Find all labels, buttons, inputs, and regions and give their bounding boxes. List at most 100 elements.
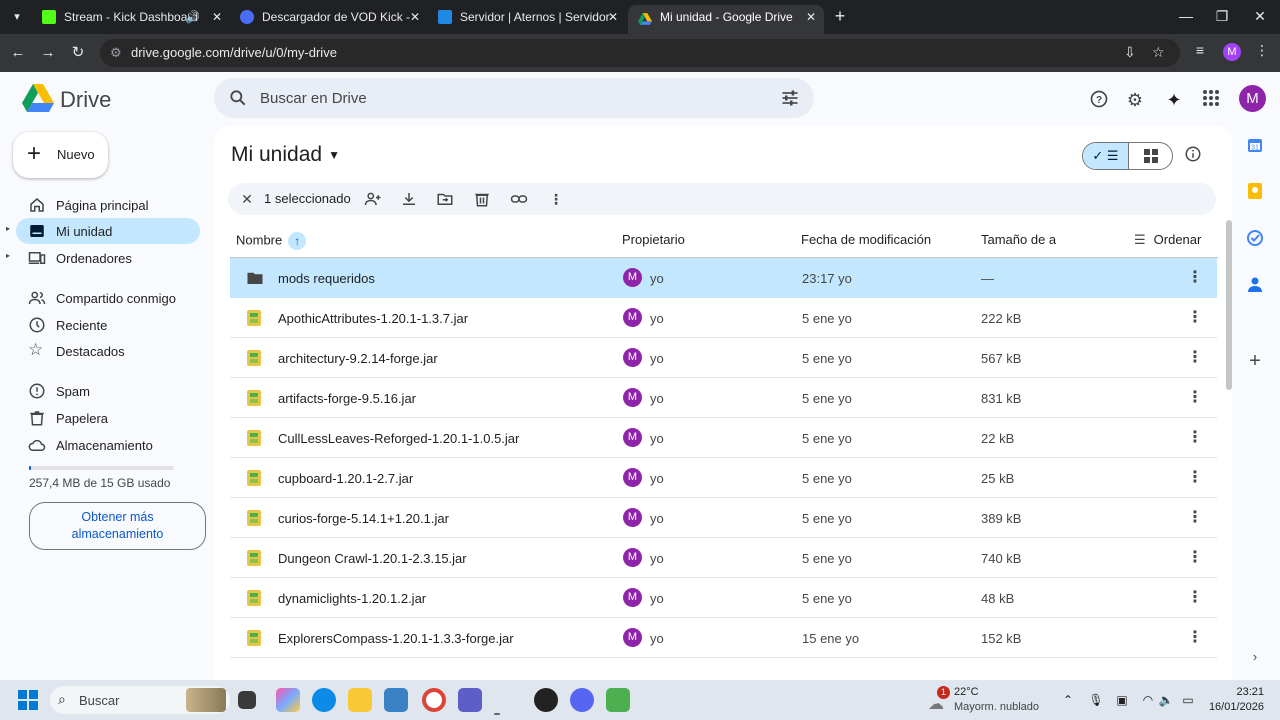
browser-tab-vod[interactable]: Descargador de VOD Kick - Listo ✕ xyxy=(230,5,428,34)
site-info-icon[interactable]: ⚙ xyxy=(110,45,122,61)
apps-grid-icon[interactable] xyxy=(1200,89,1222,111)
search-filter-icon[interactable] xyxy=(780,88,800,108)
tasks-icon[interactable] xyxy=(1244,230,1266,252)
row-more-actions-icon[interactable]: ⋮ xyxy=(1185,268,1205,288)
maximize-icon[interactable]: ❐ xyxy=(1212,8,1232,25)
get-more-storage-button[interactable]: Obtener más almacenamiento xyxy=(29,502,206,550)
browser-tab-aternos[interactable]: Servidor | Aternos | Servidor de ✕ xyxy=(428,5,626,34)
add-addon-icon[interactable]: + xyxy=(1244,350,1266,372)
file-row[interactable]: CullLessLeaves-Reforged-1.20.1-1.0.5.jar… xyxy=(230,418,1217,458)
sidebar-item-computers[interactable]: ▸ Ordenadores xyxy=(6,245,200,271)
chrome-icon[interactable] xyxy=(422,688,446,712)
file-row[interactable]: Dungeon Crawl-1.20.1-2.3.15.jar Myo 5 ene … xyxy=(230,538,1217,578)
drive-search-bar[interactable]: Buscar en Drive xyxy=(214,78,814,118)
copy-link-icon[interactable] xyxy=(510,190,528,208)
contacts-icon[interactable] xyxy=(1244,276,1266,298)
microphone-icon[interactable]: 🎙 xyxy=(1088,692,1104,708)
teams-icon[interactable] xyxy=(458,688,482,712)
search-icon[interactable] xyxy=(228,88,248,108)
file-name[interactable]: ExplorersCompass-1.20.1-1.3.3-forge.jar xyxy=(278,631,514,646)
system-clock[interactable]: 23:21 16/01/2026 xyxy=(1208,685,1264,715)
delete-trash-icon[interactable] xyxy=(473,190,491,208)
calendar-icon[interactable]: 31 xyxy=(1244,137,1266,159)
download-icon[interactable] xyxy=(400,190,418,208)
battery-icon[interactable]: ▭ xyxy=(1180,692,1196,708)
sidebar-item-storage[interactable]: Almacenamiento xyxy=(16,432,200,458)
browser-menu-icon[interactable]: ⋮ xyxy=(1252,42,1272,59)
file-row[interactable]: mods requeridos Myo 23:17 yo — ⋮ xyxy=(230,258,1217,298)
sidebar-item-my-drive[interactable]: ▸ Mi unidad xyxy=(6,218,200,244)
sort-button[interactable]: ☰ Ordenar xyxy=(1134,232,1201,248)
row-more-actions-icon[interactable]: ⋮ xyxy=(1185,428,1205,448)
column-size[interactable]: Tamaño de a xyxy=(981,232,1056,247)
file-row[interactable]: cupboard-1.20.1-2.7.jar Myo 5 ene yo 25 kB ⋮ xyxy=(230,458,1217,498)
file-name[interactable]: cupboard-1.20.1-2.7.jar xyxy=(278,471,413,486)
volume-icon[interactable]: 🔈 xyxy=(1158,692,1174,708)
app-icon[interactable] xyxy=(534,688,558,712)
row-more-actions-icon[interactable]: ⋮ xyxy=(1185,508,1205,528)
column-name[interactable]: Nombre ↑ xyxy=(236,232,307,250)
share-person-icon[interactable] xyxy=(364,190,382,208)
title-dropdown-icon[interactable]: ▼ xyxy=(328,148,340,162)
account-avatar[interactable]: M xyxy=(1239,85,1266,112)
file-name[interactable]: dynamiclights-1.20.1.2.jar xyxy=(278,591,426,606)
close-tab-icon[interactable]: ✕ xyxy=(410,5,420,29)
expand-caret-icon[interactable]: ▸ xyxy=(6,224,10,233)
browser-tab-kick[interactable]: Stream - Kick Dashboard 🔊 ✕ xyxy=(32,5,230,34)
sidebar-item-spam[interactable]: Spam xyxy=(16,378,200,404)
browser-tab-drive[interactable]: Mi unidad - Google Drive ✕ xyxy=(628,5,824,34)
back-icon[interactable]: ← xyxy=(8,43,28,63)
file-name[interactable]: architectury-9.2.14-forge.jar xyxy=(278,351,438,366)
file-name[interactable]: ApothicAttributes-1.20.1-1.3.7.jar xyxy=(278,311,468,326)
minecraft-icon[interactable] xyxy=(606,688,630,712)
column-modified[interactable]: Fecha de modificación xyxy=(801,232,931,247)
audio-icon[interactable]: 🔊 xyxy=(185,5,200,29)
browser-profile-avatar[interactable]: M xyxy=(1223,43,1241,61)
forward-icon[interactable]: → xyxy=(38,43,58,63)
move-folder-icon[interactable] xyxy=(436,190,454,208)
sidebar-item-home[interactable]: Página principal xyxy=(16,192,200,218)
close-tab-icon[interactable]: ✕ xyxy=(806,5,816,29)
sidebar-item-trash[interactable]: Papelera xyxy=(16,405,200,431)
clear-selection-icon[interactable]: ✕ xyxy=(238,190,256,208)
close-tab-icon[interactable]: ✕ xyxy=(212,5,222,29)
app-name[interactable]: Drive xyxy=(60,87,111,113)
sidebar-item-recent[interactable]: Reciente xyxy=(16,312,200,338)
file-explorer-icon[interactable] xyxy=(348,688,372,712)
address-bar[interactable]: ⚙ drive.google.com/drive/u/0/my-drive ⇩ … xyxy=(100,39,1180,67)
drive-logo-icon[interactable] xyxy=(22,84,54,112)
taskbar-search[interactable]: ⌕ Buscar xyxy=(50,686,230,714)
discord-icon[interactable] xyxy=(570,688,594,712)
file-name[interactable]: artifacts-forge-9.5.16.jar xyxy=(278,391,416,406)
row-more-actions-icon[interactable]: ⋮ xyxy=(1185,388,1205,408)
tab-search-icon[interactable]: ▾ xyxy=(8,8,26,26)
close-window-icon[interactable]: ✕ xyxy=(1250,8,1270,25)
grid-view-button[interactable] xyxy=(1129,143,1172,169)
settings-gear-icon[interactable]: ⚙ xyxy=(1124,89,1146,111)
weather-widget[interactable]: ☁ 1 22°C Mayorm. nublado xyxy=(928,684,1048,716)
sort-ascending-icon[interactable]: ↑ xyxy=(288,232,307,250)
row-more-actions-icon[interactable]: ⋮ xyxy=(1185,468,1205,488)
row-more-actions-icon[interactable]: ⋮ xyxy=(1185,548,1205,568)
column-owner[interactable]: Propietario xyxy=(622,232,685,247)
minimize-icon[interactable]: — xyxy=(1176,8,1196,24)
close-tab-icon[interactable]: ✕ xyxy=(608,5,618,29)
new-tab-icon[interactable]: + xyxy=(830,6,850,26)
reload-icon[interactable]: ↻ xyxy=(68,43,88,63)
edge-icon[interactable] xyxy=(312,688,336,712)
file-row[interactable]: dynamiclights-1.20.1.2.jar Myo 5 ene yo 48 … xyxy=(230,578,1217,618)
file-name[interactable]: CullLessLeaves-Reforged-1.20.1-1.0.5.jar xyxy=(278,431,519,446)
bookmark-star-icon[interactable]: ☆ xyxy=(1152,44,1165,61)
row-more-actions-icon[interactable]: ⋮ xyxy=(1185,628,1205,648)
page-title[interactable]: Mi unidad ▼ xyxy=(231,143,340,167)
file-name[interactable]: mods requeridos xyxy=(278,271,375,286)
row-more-actions-icon[interactable]: ⋮ xyxy=(1185,588,1205,608)
copilot-icon[interactable] xyxy=(276,688,300,712)
expand-caret-icon[interactable]: ▸ xyxy=(6,251,10,260)
row-more-actions-icon[interactable]: ⋮ xyxy=(1185,308,1205,328)
more-actions-icon[interactable]: ⋮ xyxy=(547,190,565,208)
sidebar-item-starred[interactable]: ☆ Destacados xyxy=(16,338,200,364)
file-row[interactable]: ExplorersCompass-1.20.1-1.3.3-forge.jar M… xyxy=(230,618,1217,658)
task-view-icon[interactable] xyxy=(238,691,256,709)
file-name[interactable]: Dungeon Crawl-1.20.1-2.3.15.jar xyxy=(278,551,467,566)
